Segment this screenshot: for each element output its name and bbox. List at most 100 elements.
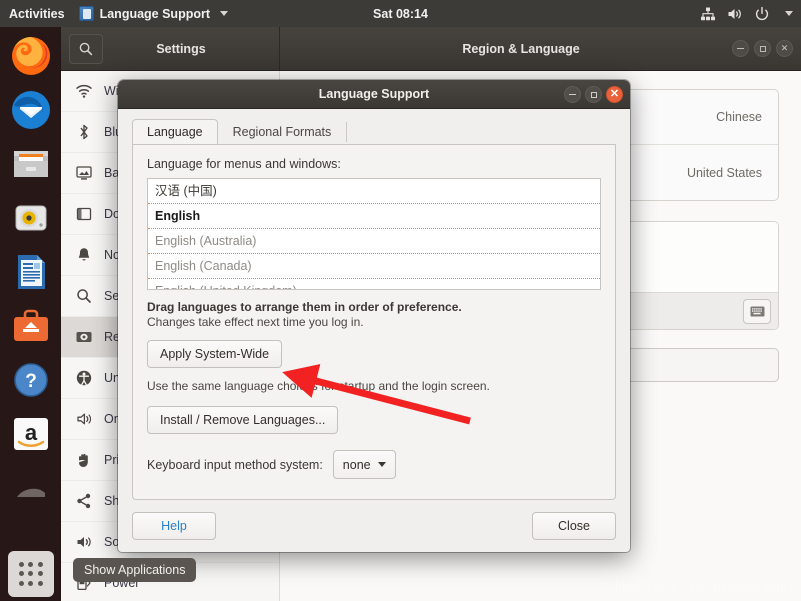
rhythmbox-icon [15, 205, 46, 231]
help-button[interactable]: Help [132, 512, 216, 540]
power-icon [755, 6, 769, 20]
language-list[interactable]: 汉语 (中国) English English (Australia) Engl… [147, 178, 601, 290]
keyboard-layout-button[interactable] [743, 298, 771, 324]
dock-item-files[interactable] [8, 141, 54, 187]
maximize-button[interactable] [754, 40, 771, 57]
dock-item-trash[interactable] [8, 465, 54, 511]
panel-title: Region & Language [462, 41, 580, 56]
sound-icon [77, 537, 91, 547]
help-icon: ? [13, 363, 48, 397]
notifications-icon [78, 248, 90, 261]
desktop-screen: Settings Region & Language ✕ Power Chine… [0, 0, 801, 601]
list-item[interactable]: English (United Kingdom) [148, 279, 600, 289]
show-applications-button[interactable] [8, 551, 54, 597]
ubuntu-software-icon [13, 309, 48, 341]
input-method-row: Keyboard input method system: none [147, 450, 601, 479]
dialog-maximize-button[interactable] [585, 86, 602, 103]
dialog-tabs: Language Regional Formats [132, 119, 616, 145]
svg-text:a: a [24, 420, 37, 445]
watermark-text: https://blog.csdn.net/yaoyaohyl [615, 581, 793, 595]
close-button[interactable]: ✕ [776, 40, 793, 57]
bluetooth-icon [80, 124, 88, 140]
input-method-value: none [342, 457, 371, 472]
dock-item-help[interactable]: ? [8, 357, 54, 403]
thunderbird-icon [11, 91, 50, 129]
tab-language[interactable]: Language [132, 119, 218, 145]
apply-system-wide-button[interactable]: Apply System-Wide [147, 340, 283, 368]
tab-label: Regional Formats [232, 125, 332, 139]
keyboard-icon [750, 306, 764, 316]
chevron-down-icon[interactable] [785, 11, 793, 16]
dialog-title: Language Support [318, 87, 430, 101]
files-icon [13, 151, 48, 177]
dock-icon [76, 207, 92, 221]
list-item[interactable]: English (Canada) [148, 254, 600, 279]
dialog-body: Language Regional Formats Language for m… [118, 109, 630, 500]
sharing-icon [77, 493, 91, 509]
apply-button-label: Apply System-Wide [160, 347, 270, 361]
row-value: Chinese [716, 110, 762, 124]
settings-headerbar: Settings Region & Language ✕ [61, 27, 801, 71]
dock-item-firefox[interactable] [8, 33, 54, 79]
language-tab-page: Language for menus and windows: 汉语 (中国) … [132, 145, 616, 500]
amazon-icon: a [13, 418, 48, 450]
libreoffice-writer-icon [17, 255, 45, 289]
dock-item-amazon[interactable]: a [8, 411, 54, 457]
tab-label: Language [147, 125, 203, 139]
input-method-label: Keyboard input method system: [147, 457, 323, 472]
dock-item-ubuntu-software[interactable] [8, 303, 54, 349]
relogin-hint: Changes take effect next time you log in… [147, 315, 364, 329]
install-button-label: Install / Remove Languages... [160, 413, 326, 427]
dialog-minimize-button[interactable] [564, 86, 581, 103]
svg-text:?: ? [25, 371, 37, 392]
chevron-down-icon [220, 11, 229, 16]
dialog-close-button[interactable]: ✕ [606, 86, 623, 103]
app-menu-label: Language Support [99, 6, 211, 21]
wifi-icon [76, 84, 92, 98]
online-accounts-icon [77, 413, 92, 425]
search-icon [77, 289, 91, 303]
activities-button[interactable]: Activities [0, 7, 75, 21]
row-value: United States [686, 165, 762, 180]
privacy-icon [79, 453, 88, 467]
system-status-area[interactable] [700, 6, 793, 22]
ubuntu-dock: ? a [0, 27, 61, 601]
show-applications-tooltip: Show Applications [73, 558, 197, 582]
close-dialog-button[interactable]: Close [532, 512, 616, 540]
close-button-label: Close [558, 519, 590, 533]
app-menu-button[interactable]: Language Support [75, 6, 232, 21]
dock-item-libreoffice-writer[interactable] [8, 249, 54, 295]
input-method-combo[interactable]: none [332, 450, 396, 479]
dialog-titlebar[interactable]: Language Support ✕ [118, 80, 630, 109]
drag-hint: Drag languages to arrange them in order … [147, 300, 462, 314]
language-support-dialog: Language Support ✕ Language Regional For… [118, 80, 630, 552]
region-language-icon [76, 332, 92, 342]
settings-title: Settings [156, 41, 206, 56]
settings-window-controls: ✕ [732, 40, 801, 57]
install-remove-languages-button[interactable]: Install / Remove Languages... [147, 406, 339, 434]
firefox-icon [11, 37, 50, 75]
universal-access-icon [76, 370, 92, 386]
dialog-window-controls: ✕ [564, 86, 623, 103]
chevron-down-icon [377, 462, 386, 467]
apply-hint: Use the same language choices for startu… [147, 379, 490, 393]
clock[interactable]: Sat 08:14 [373, 7, 428, 21]
list-item[interactable]: English (Australia) [148, 229, 600, 254]
tab-regional-formats[interactable]: Regional Formats [218, 119, 347, 145]
network-icon [701, 7, 715, 20]
trash-icon [16, 488, 45, 497]
list-item[interactable]: 汉语 (中国) [148, 179, 600, 204]
background-icon [76, 166, 92, 180]
language-list-label: Language for menus and windows: [147, 157, 341, 171]
list-item[interactable]: English [148, 204, 600, 229]
dialog-action-area: Help Close [118, 500, 630, 552]
dock-item-rhythmbox[interactable] [8, 195, 54, 241]
settings-headerbar-right: Region & Language ✕ [280, 27, 801, 70]
dock-item-thunderbird[interactable] [8, 87, 54, 133]
help-button-label: Help [161, 519, 187, 533]
search-icon [79, 42, 93, 55]
gnome-top-bar: Activities Language Support Sat 08:14 [0, 0, 801, 27]
minimize-button[interactable] [732, 40, 749, 57]
tab-separator [346, 122, 348, 142]
search-button[interactable] [69, 33, 103, 64]
